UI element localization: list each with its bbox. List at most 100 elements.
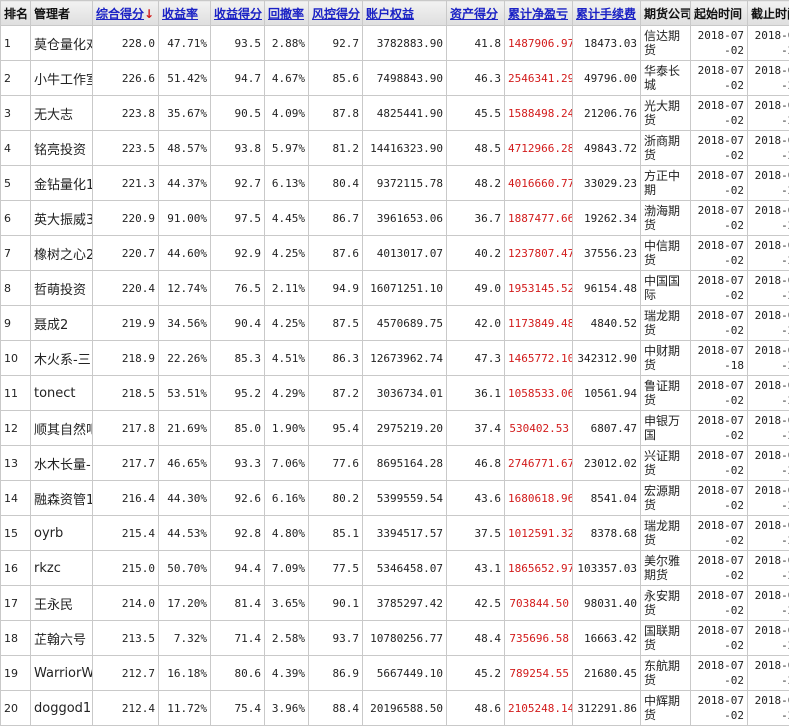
equity-cell: 3036734.01 <box>363 376 447 411</box>
manager-cell: 芷翰六号 <box>31 621 93 656</box>
drawdown-cell: 4.29% <box>265 376 309 411</box>
return-rate-cell: 44.37% <box>159 166 211 201</box>
col-return-score[interactable]: 收益得分 <box>211 1 265 26</box>
col-drawdown[interactable]: 回撤率 <box>265 1 309 26</box>
total-score-cell: 214.0 <box>93 586 159 621</box>
asset-score-cell: 41.8 <box>447 26 505 61</box>
end-date-cell: 2018-08-20 <box>748 96 789 131</box>
table-row: 1莫仓量化对228.047.71%93.52.88%92.73782883.90… <box>1 26 789 61</box>
return-rate-cell: 12.74% <box>159 271 211 306</box>
net-profit-cell: 1173849.48 <box>505 306 573 341</box>
net-profit-cell: 1953145.52 <box>505 271 573 306</box>
sort-risk-score-link[interactable]: 风控得分 <box>312 7 360 21</box>
col-net-profit[interactable]: 累计净盈亏 <box>505 1 573 26</box>
drawdown-cell: 2.11% <box>265 271 309 306</box>
drawdown-cell: 7.09% <box>265 551 309 586</box>
return-score-cell: 92.9 <box>211 236 265 271</box>
net-profit-cell: 2746771.67 <box>505 446 573 481</box>
return-score-cell: 92.6 <box>211 481 265 516</box>
col-company: 期货公司 <box>641 1 691 26</box>
sort-total-score-link[interactable]: 综合得分 <box>96 7 144 21</box>
risk-score-cell: 92.7 <box>309 26 363 61</box>
return-score-cell: 94.7 <box>211 61 265 96</box>
table-row: 13水木长量-217.746.65%93.37.06%77.68695164.2… <box>1 446 789 481</box>
col-total-score[interactable]: 综合得分↓ <box>93 1 159 26</box>
table-row: 19WarriorWo212.716.18%80.64.39%86.956674… <box>1 656 789 691</box>
col-equity[interactable]: 账户权益 <box>363 1 447 26</box>
rank-cell: 1 <box>1 26 31 61</box>
fees-cell: 98031.40 <box>573 586 641 621</box>
equity-cell: 5346458.07 <box>363 551 447 586</box>
manager-cell: 英大振威3 <box>31 201 93 236</box>
start-date-cell: 2018-07-02 <box>691 691 748 726</box>
company-cell: 鲁证期货 <box>641 376 691 411</box>
return-score-cell: 71.4 <box>211 621 265 656</box>
company-cell: 光大期货 <box>641 96 691 131</box>
sort-asset-score-link[interactable]: 资产得分 <box>450 7 498 21</box>
sort-return-score-link[interactable]: 收益得分 <box>214 7 262 21</box>
col-return-rate[interactable]: 收益率 <box>159 1 211 26</box>
end-date-cell: 2018-08-20 <box>748 411 789 446</box>
col-asset-score[interactable]: 资产得分 <box>447 1 505 26</box>
return-score-cell: 90.5 <box>211 96 265 131</box>
asset-score-cell: 42.5 <box>447 586 505 621</box>
company-cell: 宏源期货 <box>641 481 691 516</box>
fees-cell: 19262.34 <box>573 201 641 236</box>
rank-cell: 16 <box>1 551 31 586</box>
total-score-cell: 218.5 <box>93 376 159 411</box>
sort-return-rate-link[interactable]: 收益率 <box>162 7 198 21</box>
return-score-cell: 95.2 <box>211 376 265 411</box>
manager-cell: 铭亮投资 <box>31 131 93 166</box>
equity-cell: 3394517.57 <box>363 516 447 551</box>
asset-score-cell: 48.5 <box>447 131 505 166</box>
risk-score-cell: 86.3 <box>309 341 363 376</box>
end-date-cell: 2018-08-20 <box>748 586 789 621</box>
company-cell: 中信期货 <box>641 236 691 271</box>
fees-cell: 312291.86 <box>573 691 641 726</box>
fees-cell: 49843.72 <box>573 131 641 166</box>
manager-cell: 木火系-三 <box>31 341 93 376</box>
manager-cell: 莫仓量化对 <box>31 26 93 61</box>
company-cell: 中财期货 <box>641 341 691 376</box>
start-date-cell: 2018-07-02 <box>691 481 748 516</box>
col-risk-score[interactable]: 风控得分 <box>309 1 363 26</box>
rank-cell: 3 <box>1 96 31 131</box>
sort-down-icon[interactable]: ↓ <box>144 7 154 21</box>
company-cell: 瑞龙期货 <box>641 306 691 341</box>
company-cell: 东航期货 <box>641 656 691 691</box>
total-score-cell: 228.0 <box>93 26 159 61</box>
sort-net-profit-link[interactable]: 累计净盈亏 <box>508 7 568 21</box>
manager-cell: 小牛工作室 <box>31 61 93 96</box>
start-date-cell: 2018-07-02 <box>691 131 748 166</box>
end-date-cell: 2018-08-20 <box>748 131 789 166</box>
rank-cell: 10 <box>1 341 31 376</box>
table-row: 16rkzc215.050.70%94.47.09%77.55346458.07… <box>1 551 789 586</box>
manager-cell: WarriorWo <box>31 656 93 691</box>
return-score-cell: 94.4 <box>211 551 265 586</box>
asset-score-cell: 45.2 <box>447 656 505 691</box>
sort-equity-link[interactable]: 账户权益 <box>366 7 414 21</box>
rank-cell: 12 <box>1 411 31 446</box>
equity-cell: 12673962.74 <box>363 341 447 376</box>
col-fees[interactable]: 累计手续费 <box>573 1 641 26</box>
return-rate-cell: 53.51% <box>159 376 211 411</box>
table-row: 10木火系-三218.922.26%85.34.51%86.312673962.… <box>1 341 789 376</box>
return-rate-cell: 91.00% <box>159 201 211 236</box>
company-cell: 中辉期货 <box>641 691 691 726</box>
return-rate-cell: 48.57% <box>159 131 211 166</box>
return-rate-cell: 50.70% <box>159 551 211 586</box>
return-rate-cell: 51.42% <box>159 61 211 96</box>
total-score-cell: 212.7 <box>93 656 159 691</box>
total-score-cell: 217.7 <box>93 446 159 481</box>
net-profit-cell: 4016660.77 <box>505 166 573 201</box>
asset-score-cell: 43.6 <box>447 481 505 516</box>
return-rate-cell: 35.67% <box>159 96 211 131</box>
sort-drawdown-link[interactable]: 回撤率 <box>268 7 304 21</box>
asset-score-cell: 47.3 <box>447 341 505 376</box>
sort-fees-link[interactable]: 累计手续费 <box>576 7 636 21</box>
risk-score-cell: 94.9 <box>309 271 363 306</box>
net-profit-cell: 1887477.66 <box>505 201 573 236</box>
drawdown-cell: 2.58% <box>265 621 309 656</box>
fees-cell: 8378.68 <box>573 516 641 551</box>
start-date-cell: 2018-07-02 <box>691 516 748 551</box>
